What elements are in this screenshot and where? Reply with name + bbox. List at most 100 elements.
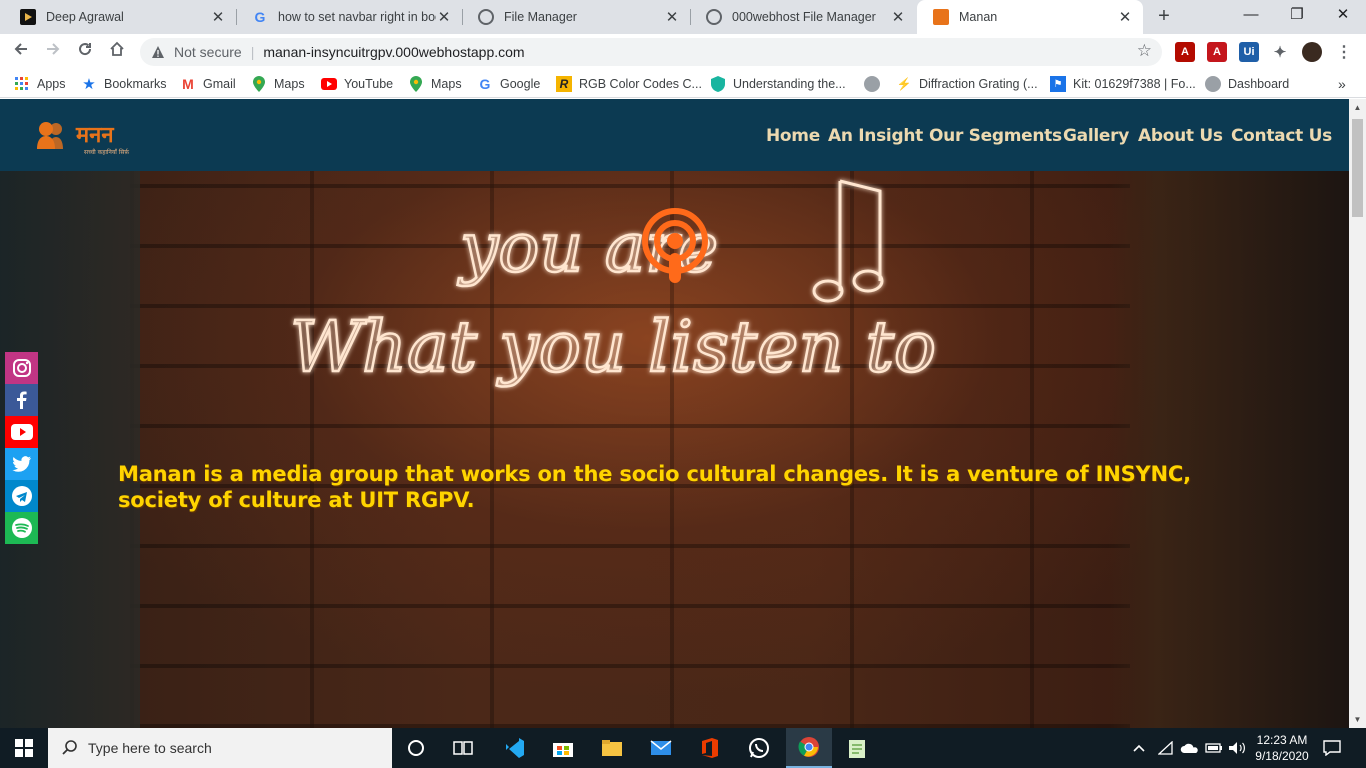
- neon-sign-image: you are What you listen to: [289, 179, 937, 389]
- bookmark-rgb[interactable]: R RGB Color Codes C...: [556, 75, 702, 93]
- close-icon[interactable]: ✕: [210, 8, 226, 26]
- instagram-link[interactable]: [5, 352, 38, 384]
- video-icon: [20, 9, 36, 25]
- bookmark-bookmarks[interactable]: ★ Bookmarks: [81, 75, 166, 93]
- google-icon: G: [479, 76, 491, 92]
- bookmarks-overflow-button[interactable]: »: [1338, 75, 1346, 93]
- scrollbar-thumb[interactable]: [1352, 119, 1363, 217]
- telegram-link[interactable]: [5, 480, 38, 512]
- nav-home[interactable]: Home: [766, 126, 820, 146]
- acrobat-extension-icon[interactable]: A: [1207, 42, 1227, 62]
- clock[interactable]: 12:23 AM 9/18/2020: [1254, 728, 1310, 768]
- bookmark-label: Google: [500, 77, 541, 91]
- bookmark-apps[interactable]: Apps: [14, 75, 66, 93]
- store-icon[interactable]: [550, 736, 576, 760]
- task-view-icon[interactable]: [450, 736, 476, 760]
- bookmark-star-icon[interactable]: ☆: [1137, 41, 1152, 61]
- hero-tagline: Manan is a media group that works on the…: [118, 462, 1191, 512]
- reload-icon: [79, 43, 92, 56]
- minimize-button[interactable]: —: [1228, 0, 1274, 30]
- bookmark-globe[interactable]: [864, 75, 887, 93]
- bookmark-dashboard[interactable]: Dashboard: [1205, 75, 1289, 93]
- bookmark-label: Maps: [274, 77, 305, 91]
- whatsapp-icon[interactable]: [746, 736, 772, 760]
- onedrive-icon[interactable]: [1180, 728, 1200, 768]
- close-icon[interactable]: ✕: [436, 8, 452, 26]
- bookmark-kit[interactable]: ⚑ Kit: 01629f7388 | Fo...: [1050, 75, 1196, 93]
- bookmark-gmail[interactable]: M Gmail: [180, 75, 236, 93]
- bookmark-understanding[interactable]: Understanding the...: [710, 75, 846, 93]
- browser-tab[interactable]: Deep Agrawal ✕: [4, 0, 236, 34]
- tab-title: how to set navbar right in boo: [278, 10, 436, 24]
- bookmark-label: RGB Color Codes C...: [579, 77, 702, 91]
- nav-our-segments[interactable]: Our Segments: [929, 126, 1062, 146]
- address-bar[interactable]: Not secure | manan-insyncuitrgpv.000webh…: [140, 38, 1162, 66]
- close-icon[interactable]: ✕: [664, 8, 680, 26]
- mail-icon[interactable]: [648, 736, 674, 760]
- bookmark-label: Understanding the...: [733, 77, 846, 91]
- close-icon[interactable]: ✕: [1117, 8, 1133, 26]
- bookmark-google[interactable]: G Google: [477, 75, 541, 93]
- nav-gallery[interactable]: Gallery: [1063, 126, 1129, 146]
- back-button[interactable]: [9, 40, 33, 64]
- profile-avatar[interactable]: [1302, 42, 1322, 62]
- maps-pin-icon: [251, 76, 267, 92]
- cortana-icon[interactable]: [403, 736, 429, 760]
- google-icon: G: [254, 9, 266, 25]
- bookmark-maps-2[interactable]: Maps: [408, 75, 462, 93]
- maximize-button[interactable]: ❐: [1274, 0, 1320, 30]
- warning-icon[interactable]: [150, 44, 166, 60]
- volume-icon[interactable]: [1228, 728, 1246, 768]
- globe-icon: [864, 76, 880, 92]
- reload-button[interactable]: [73, 40, 97, 64]
- battery-icon[interactable]: [1205, 728, 1223, 768]
- browser-tab[interactable]: File Manager ✕: [462, 0, 690, 34]
- telegram-icon: [11, 486, 32, 506]
- network-icon[interactable]: [1158, 728, 1174, 768]
- tray-chevron-icon[interactable]: [1132, 728, 1146, 768]
- close-window-button[interactable]: ✕: [1320, 0, 1366, 30]
- nav-contact-us[interactable]: Contact Us: [1231, 126, 1332, 146]
- ui-extension-icon[interactable]: Ui: [1239, 42, 1259, 62]
- chrome-taskbar-icon[interactable]: [786, 728, 832, 768]
- notifications-icon[interactable]: [1323, 728, 1341, 768]
- clock-date: 9/18/2020: [1255, 749, 1309, 763]
- url-text[interactable]: manan-insyncuitrgpv.000webhostapp.com: [263, 44, 524, 60]
- web-page: you are What you listen to Manan is a me…: [0, 99, 1349, 728]
- taskbar-search-box[interactable]: Type here to search: [48, 728, 392, 768]
- home-button[interactable]: [105, 40, 129, 64]
- youtube-link[interactable]: [5, 416, 38, 448]
- file-explorer-icon[interactable]: [599, 736, 625, 760]
- scroll-down-arrow-icon[interactable]: ▼: [1349, 711, 1366, 728]
- browser-tab[interactable]: G how to set navbar right in boo ✕: [236, 0, 462, 34]
- browser-tab[interactable]: 000webhost File Manager ✕: [690, 0, 916, 34]
- bookmark-diffraction[interactable]: ⚡ Diffraction Grating (...: [896, 75, 1038, 93]
- youtube-icon: [10, 424, 33, 440]
- browser-tab-active[interactable]: Manan ✕: [917, 0, 1143, 34]
- windows-start-icon[interactable]: [11, 736, 37, 760]
- new-tab-button[interactable]: +: [1152, 5, 1176, 29]
- pdf-extension-icon[interactable]: A: [1175, 42, 1195, 62]
- extensions-puzzle-icon[interactable]: ✦: [1270, 42, 1290, 62]
- clock-time: 12:23 AM: [1256, 733, 1308, 747]
- nav-about-us[interactable]: About Us: [1138, 126, 1223, 146]
- tab-strip: Deep Agrawal ✕ G how to set navbar right…: [0, 0, 1366, 34]
- notepad-plus-icon[interactable]: [844, 736, 870, 760]
- twitter-link[interactable]: [5, 448, 38, 480]
- bookmark-youtube[interactable]: YouTube: [321, 75, 393, 93]
- spotify-link[interactable]: [5, 512, 38, 544]
- bookmark-maps[interactable]: Maps: [251, 75, 305, 93]
- office-icon[interactable]: [697, 736, 723, 760]
- close-icon[interactable]: ✕: [890, 8, 906, 26]
- site-logo[interactable]: मनन सच्ची कहानियाँ सिर्फ़: [34, 119, 144, 159]
- menu-kebab-icon[interactable]: ⋮: [1334, 42, 1354, 62]
- page-scrollbar[interactable]: ▲ ▼: [1349, 99, 1366, 728]
- forward-button[interactable]: [41, 40, 65, 64]
- security-label[interactable]: Not secure: [174, 44, 242, 60]
- rgb-icon: R: [556, 76, 572, 92]
- arrow-right-icon: [47, 43, 60, 55]
- facebook-link[interactable]: [5, 384, 38, 416]
- nav-an-insight[interactable]: An Insight: [828, 126, 923, 146]
- vscode-icon[interactable]: [501, 736, 527, 760]
- scroll-up-arrow-icon[interactable]: ▲: [1349, 99, 1366, 116]
